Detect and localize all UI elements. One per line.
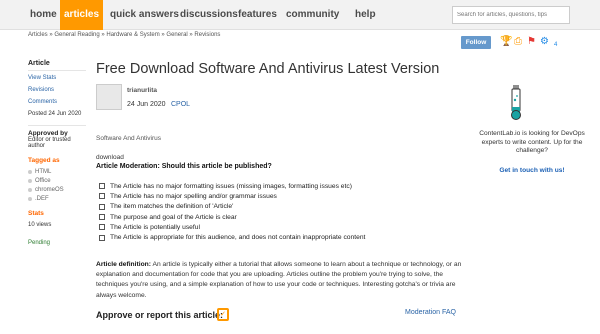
tag-dot-icon	[28, 170, 32, 174]
approve-label: Approve or report this article:	[96, 310, 224, 320]
checkbox[interactable]	[99, 193, 105, 200]
checklist-item[interactable]: The Article has no major spelling and/or…	[99, 191, 365, 201]
tag-label: Office	[35, 178, 51, 184]
checklist-item[interactable]: The purpose and goal of the Article is c…	[99, 212, 365, 222]
checklist-label: The Article is appropriate for this audi…	[110, 234, 366, 242]
nav-community[interactable]: community	[286, 0, 339, 30]
share-icon[interactable]: ⚙	[540, 36, 549, 47]
checklist-item[interactable]: The Article has no major formatting issu…	[99, 181, 365, 191]
tag-label: .DEF	[35, 196, 49, 202]
sidebar-article-title: Article	[28, 60, 50, 67]
tag-dot-icon	[28, 197, 32, 201]
sidebar-approved-by: Approved by	[28, 130, 68, 137]
flag-icon[interactable]: ⚑	[527, 36, 536, 47]
checklist-item[interactable]: The item matches the definition of 'Arti…	[99, 202, 365, 212]
section-label: Software And Antivirus	[96, 135, 162, 142]
share-count: 4	[554, 42, 558, 48]
top-nav: home articles quick answers discussions …	[0, 0, 600, 30]
author-name[interactable]: trianurlita	[127, 87, 157, 94]
ad-link[interactable]: Get in touch with us!	[473, 167, 591, 174]
sidebar-stats-heading: Stats	[28, 210, 44, 217]
checklist-label: The Article is potentially useful	[110, 223, 200, 231]
nav-features[interactable]: features	[238, 0, 277, 30]
checkbox[interactable]	[99, 183, 105, 190]
definition-label: Article definition:	[96, 261, 151, 268]
avatar[interactable]	[96, 84, 122, 110]
checklist-label: The item matches the definition of 'Arti…	[110, 203, 234, 211]
ad-text: ContentLab.io is looking for DevOps expe…	[479, 130, 585, 154]
checkbox[interactable]	[99, 234, 105, 241]
moderation-checklist: The Article has no major formatting issu…	[99, 181, 365, 243]
medal-icon[interactable]: 🏆	[500, 36, 512, 47]
nav-home[interactable]: home	[30, 0, 57, 30]
page-title: Free Download Software And Antivirus Lat…	[96, 61, 440, 77]
print-icon[interactable]: ⎙	[514, 36, 522, 47]
moderation-question: Article Moderation: Should this article …	[96, 163, 272, 170]
checklist-label: The purpose and goal of the Article is c…	[110, 213, 237, 221]
flask-icon[interactable]	[505, 85, 527, 121]
definition-text: An article is typically either a tutoria…	[96, 261, 462, 299]
post-date: 24 Jun 2020	[127, 101, 166, 108]
sidebar-pending-status: Pending	[28, 240, 51, 246]
moderation-faq-link[interactable]: Moderation FAQ	[405, 309, 456, 316]
license-link[interactable]: CPOL	[171, 101, 190, 108]
checklist-label: The Article has no major formatting issu…	[110, 182, 352, 190]
checkbox[interactable]	[99, 203, 105, 210]
search-input[interactable]	[452, 6, 570, 24]
nav-articles[interactable]: articles	[60, 0, 104, 30]
tag-dot-icon	[28, 188, 32, 192]
sidebar-tagged-as: Tagged as	[28, 157, 60, 164]
tag-label: chromeOS	[35, 187, 64, 193]
sidebar-posted: Posted 24 Jun 2020	[28, 111, 82, 117]
article-definition: Article definition: An article is typica…	[96, 260, 470, 301]
checkbox[interactable]	[99, 214, 105, 221]
nav-quick-answers[interactable]: quick answers	[110, 0, 179, 30]
breadcrumb[interactable]: Articles » General Reading » Hardware & …	[28, 32, 220, 38]
tag-label: HTML	[35, 169, 52, 175]
checkbox[interactable]	[99, 224, 105, 231]
nav-discussions[interactable]: discussions	[180, 0, 238, 30]
sidebar: Article View Stats Revisions Comments Po…	[28, 60, 86, 246]
follow-button[interactable]: Follow	[461, 36, 491, 49]
tag-dot-icon	[28, 179, 32, 183]
checklist-item[interactable]: The Article is potentially useful	[99, 222, 365, 232]
checklist-item[interactable]: The Article is appropriate for this audi…	[99, 232, 365, 242]
article-body: download	[96, 154, 124, 161]
nav-help[interactable]: help	[355, 0, 376, 30]
approve-edit-icon[interactable]: ✓	[217, 308, 229, 321]
sidebar-approved-text: Editor or trusted author	[28, 137, 71, 149]
checklist-label: The Article has no major spelling and/or…	[110, 192, 277, 200]
